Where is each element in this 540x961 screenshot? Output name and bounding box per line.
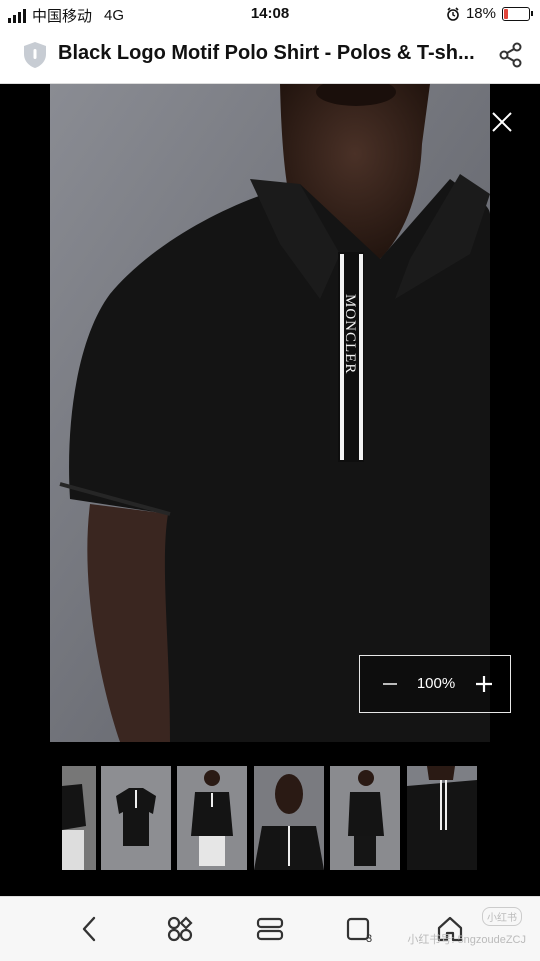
thumbnail-2[interactable]: [101, 766, 171, 870]
thumbnail-3[interactable]: [177, 766, 247, 870]
product-photo[interactable]: MONCLER: [50, 84, 490, 742]
zoom-control: 100%: [359, 655, 511, 713]
placket-brand-text: MONCLER: [342, 294, 358, 374]
status-bar: 中国移动 4G 14:08 18%: [0, 0, 540, 28]
back-icon[interactable]: [74, 913, 106, 945]
menu-icon[interactable]: [254, 913, 286, 945]
status-right: 18%: [446, 5, 533, 22]
watermark-badge: 小红书: [482, 907, 522, 926]
battery-percent: 18%: [465, 5, 496, 22]
page-title: Black Logo Motif Polo Shirt - Polos & T-…: [58, 42, 475, 64]
page-header: Black Logo Motif Polo Shirt - Polos & T-…: [0, 28, 540, 84]
bottom-toolbar: 3 小红书 小红书号: 5ngzoudeZCJ: [0, 896, 540, 961]
thumbnail-1[interactable]: [62, 766, 96, 870]
apps-icon[interactable]: [164, 913, 196, 945]
thumbnail-strip: [0, 766, 540, 870]
thumbnail-4[interactable]: [254, 766, 324, 870]
zoom-level: 100%: [416, 675, 456, 692]
image-viewer: MONCLER 100%: [0, 84, 540, 896]
battery-fill: [504, 8, 508, 19]
tabs-icon[interactable]: 3: [344, 913, 376, 945]
tabs-count: 3: [366, 933, 372, 945]
zoom-in-button[interactable]: [472, 672, 496, 696]
shield-icon[interactable]: [22, 41, 48, 69]
thumbnail-5[interactable]: [330, 766, 400, 870]
battery-icon: [502, 6, 533, 21]
zoom-out-button[interactable]: [380, 672, 400, 696]
thumbnail-6[interactable]: [407, 766, 477, 870]
watermark-text: 小红书号: 5ngzoudeZCJ: [407, 934, 526, 946]
product-image: MONCLER: [50, 84, 490, 742]
close-icon[interactable]: [490, 110, 514, 134]
share-icon[interactable]: [498, 42, 524, 68]
alarm-icon: [447, 6, 459, 21]
